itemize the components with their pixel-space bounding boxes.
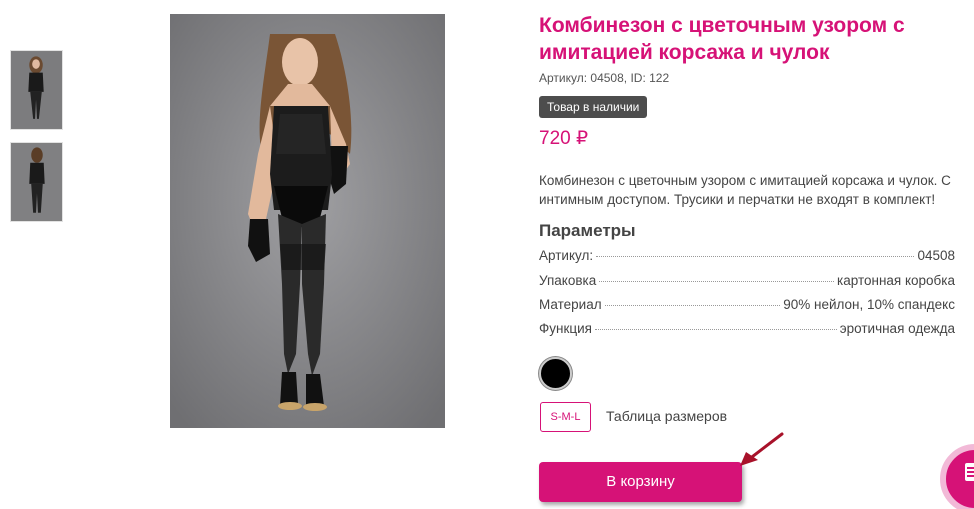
list-icon [965,463,974,481]
annotation-arrow-icon [740,432,784,466]
parameter-leader-dots [594,329,837,330]
product-title: Комбинезон с цветочным узором с имитацие… [539,14,905,64]
parameter-value: 90% нейлон, 10% спандекс [783,297,955,312]
parameter-row-packaging: Упаковка картонная коробка [539,273,955,293]
thumbnail-image-1 [11,51,62,129]
add-to-cart-button[interactable]: В корзину [539,462,742,502]
size-option-button[interactable]: S-M-L [540,402,591,432]
product-thumbnail-2[interactable] [10,142,63,222]
main-product-photo[interactable] [170,14,445,428]
parameter-value: 04508 [917,248,955,263]
parameter-label: Артикул: [539,248,594,263]
parameter-leader-dots [604,305,781,306]
size-table-link[interactable]: Таблица размеров [606,408,727,424]
product-sku-line: Артикул: 04508, ID: 122 [539,71,670,85]
stock-status-badge: Товар в наличии [539,96,648,118]
parameter-row-sku: Артикул: 04508 [539,248,955,268]
parameter-value: эротичная одежда [839,321,955,336]
parameter-row-function: Функция эротичная одежда [539,321,955,341]
parameter-row-material: Материал 90% нейлон, 10% спандекс [539,297,955,317]
parameters-heading: Параметры [539,221,636,240]
parameter-label: Функция [539,321,592,336]
color-swatch-black[interactable] [539,357,572,390]
parameter-leader-dots [596,256,915,257]
product-price: 720 ₽ [539,128,589,149]
product-thumbnail-1[interactable] [10,50,63,130]
thumbnail-image-2 [11,143,62,221]
product-description: Комбинезон с цветочным узором с имитацие… [539,173,951,207]
parameter-value: картонная коробка [837,273,955,288]
parameter-label: Упаковка [539,273,597,288]
product-photo-image [170,14,445,428]
parameter-label: Материал [539,297,602,312]
parameter-leader-dots [599,281,835,282]
